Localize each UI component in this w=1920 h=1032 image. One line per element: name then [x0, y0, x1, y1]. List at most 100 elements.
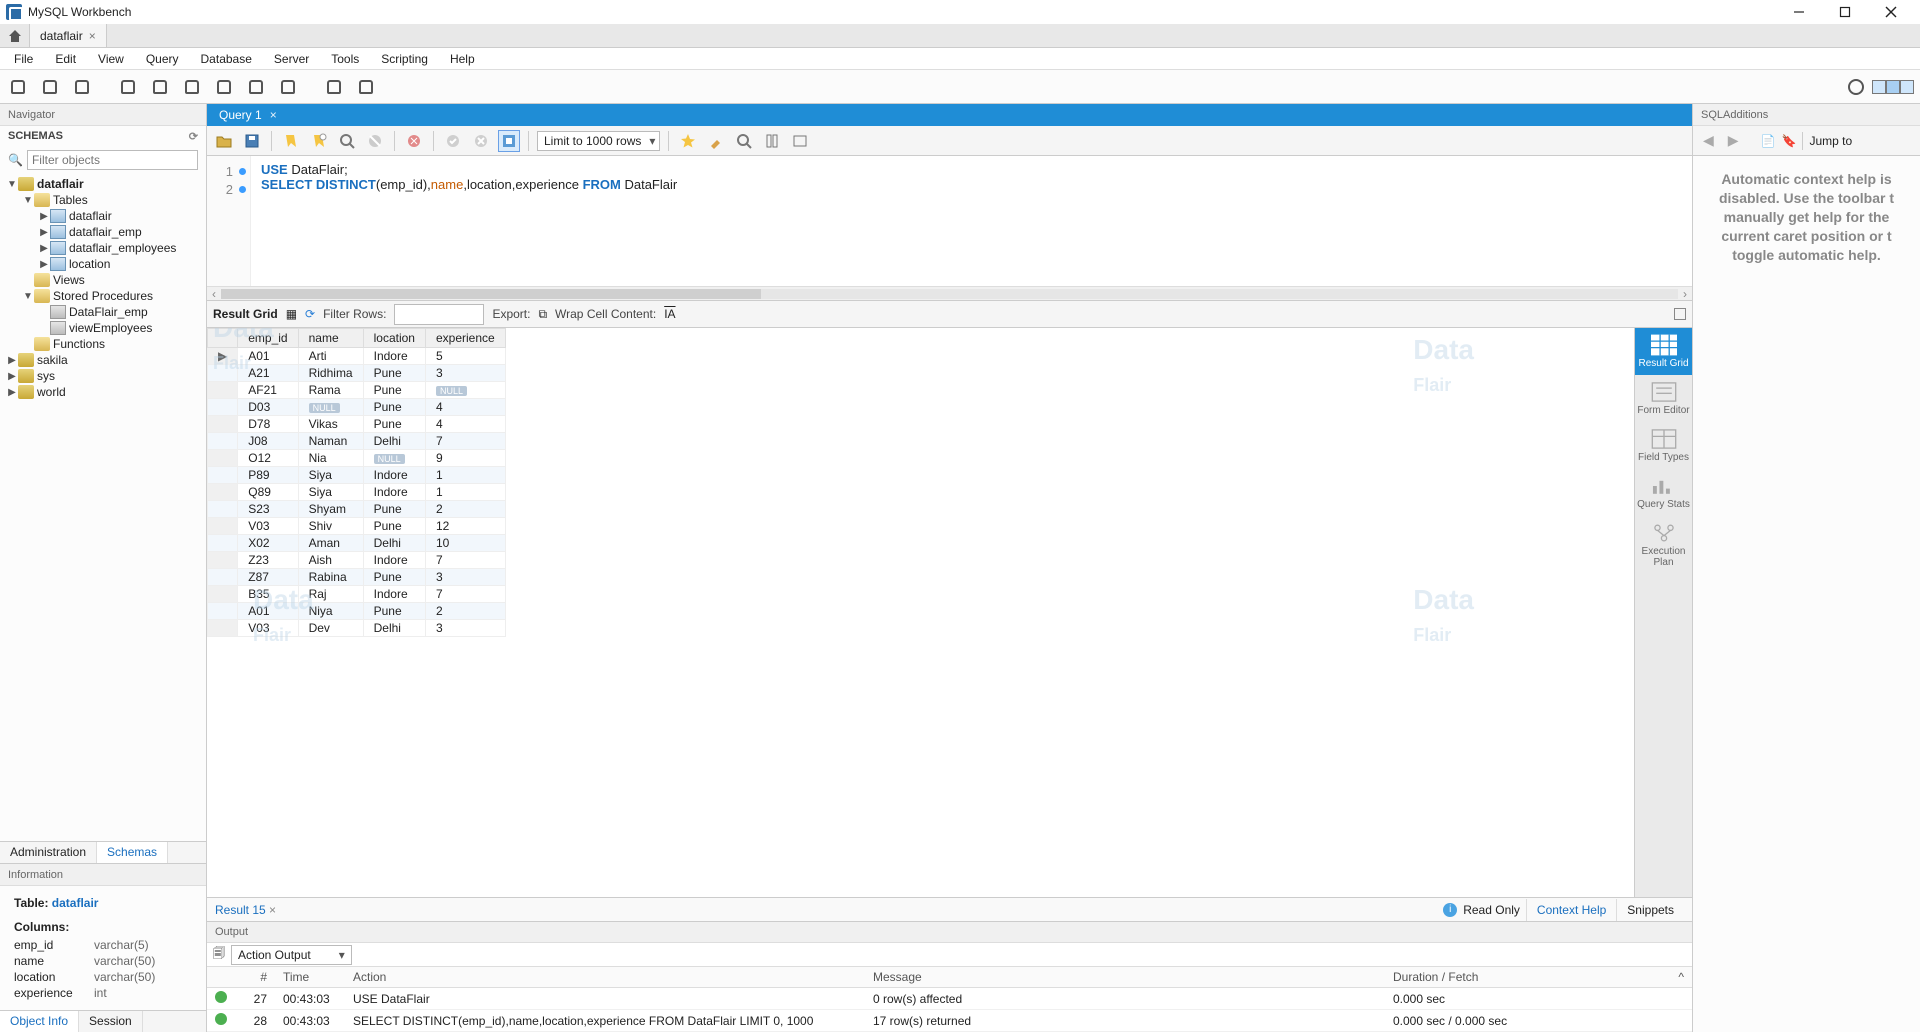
rollback-button[interactable] — [470, 130, 492, 152]
toolbar-button-10[interactable] — [322, 75, 346, 99]
export-icon[interactable]: ⧉ — [538, 307, 547, 322]
autocommit-button[interactable] — [498, 130, 520, 152]
table-dataflair[interactable]: ▶dataflair — [0, 208, 206, 224]
maximize-button[interactable] — [1822, 0, 1868, 24]
close-icon[interactable]: × — [89, 29, 96, 43]
table-row[interactable]: Q89SiyaIndore1 — [208, 484, 506, 501]
table-row[interactable]: B35RajIndore7 — [208, 586, 506, 603]
tool-query-stats[interactable]: Query Stats — [1635, 469, 1693, 516]
settings-button[interactable] — [1844, 75, 1868, 99]
execute-button[interactable] — [280, 130, 302, 152]
close-icon[interactable]: × — [270, 108, 277, 122]
find-button[interactable] — [733, 130, 755, 152]
table-row[interactable]: P89SiyaIndore1 — [208, 467, 506, 484]
table-row[interactable]: D03NULLPune4 — [208, 399, 506, 416]
menu-file[interactable]: File — [4, 50, 43, 68]
schema-tree[interactable]: ▼dataflair▼Tables▶dataflair▶dataflair_em… — [0, 174, 206, 841]
output-log[interactable]: #TimeActionMessageDuration / Fetch^2700:… — [207, 967, 1692, 1032]
filter-rows-input[interactable] — [394, 304, 484, 325]
table-location[interactable]: ▶location — [0, 256, 206, 272]
menu-query[interactable]: Query — [136, 50, 189, 68]
column-header[interactable]: experience — [425, 329, 505, 348]
tab-schemas[interactable]: Schemas — [97, 842, 168, 863]
column-header[interactable]: name — [298, 329, 363, 348]
proc-viewEmployees[interactable]: viewEmployees — [0, 320, 206, 336]
stored-procedures-folder[interactable]: ▼Stored Procedures — [0, 288, 206, 304]
minimize-button[interactable] — [1776, 0, 1822, 24]
auto-help-icon[interactable]: 🔖 — [1782, 134, 1797, 148]
nav-back-icon[interactable]: ◀ — [1699, 132, 1718, 149]
connection-tab[interactable]: dataflair × — [30, 24, 107, 47]
output-type-select[interactable]: Action Output — [231, 945, 352, 965]
result-grid[interactable]: emp_idnamelocationexperience▶A01ArtiIndo… — [207, 328, 1634, 897]
toolbar-button-8[interactable] — [244, 75, 268, 99]
table-row[interactable]: Z87RabinaPune3 — [208, 569, 506, 586]
close-icon[interactable]: × — [269, 903, 276, 917]
output-clear-icon[interactable]: 🗐 — [213, 944, 225, 965]
table-dataflair_employees[interactable]: ▶dataflair_employees — [0, 240, 206, 256]
tool-result-grid[interactable]: Result Grid — [1635, 328, 1693, 375]
clear-button[interactable] — [705, 130, 727, 152]
table-row[interactable]: V03DevDelhi3 — [208, 620, 506, 637]
help-icon[interactable]: 📄 — [1761, 134, 1776, 148]
table-row[interactable]: A01NiyaPune2 — [208, 603, 506, 620]
table-dataflair_emp[interactable]: ▶dataflair_emp — [0, 224, 206, 240]
new-sql-tab-button[interactable] — [6, 75, 30, 99]
refresh-result-icon[interactable]: ⟳ — [305, 307, 315, 321]
menu-view[interactable]: View — [88, 50, 134, 68]
toggle-left-panel-icon[interactable] — [1872, 80, 1886, 94]
tab-context-help[interactable]: Context Help — [1526, 899, 1616, 921]
toggle-bottom-panel-icon[interactable] — [1886, 80, 1900, 94]
column-header[interactable]: location — [363, 329, 425, 348]
tool-execution-plan[interactable]: Execution Plan — [1635, 516, 1693, 574]
stop-button[interactable] — [364, 130, 386, 152]
toggle-invisible-button[interactable] — [403, 130, 425, 152]
toggle-whitespace-button[interactable] — [761, 130, 783, 152]
maximize-result-icon[interactable] — [1674, 308, 1686, 320]
commit-button[interactable] — [442, 130, 464, 152]
open-file-button[interactable] — [213, 130, 235, 152]
query-tab[interactable]: Query 1 × — [207, 104, 289, 126]
table-row[interactable]: Z23AishIndore7 — [208, 552, 506, 569]
table-row[interactable]: S23ShyamPune2 — [208, 501, 506, 518]
limit-rows-select[interactable]: Limit to 1000 rows — [537, 131, 660, 151]
nav-forward-icon[interactable]: ▶ — [1724, 132, 1743, 149]
menu-scripting[interactable]: Scripting — [371, 50, 438, 68]
grid-icon[interactable]: ▦ — [286, 307, 297, 321]
panel-layout-toggle[interactable] — [1872, 80, 1914, 94]
table-row[interactable]: A21RidhimaPune3 — [208, 365, 506, 382]
schema-sakila[interactable]: ▶sakila — [0, 352, 206, 368]
editor-scrollbar[interactable]: ‹› — [207, 286, 1692, 300]
table-row[interactable]: AF21RamaPuneNULL — [208, 382, 506, 399]
menu-tools[interactable]: Tools — [321, 50, 369, 68]
execute-current-button[interactable] — [308, 130, 330, 152]
refresh-icon[interactable]: ⟳ — [189, 130, 198, 143]
tab-object-info[interactable]: Object Info — [0, 1011, 79, 1032]
table-row[interactable]: O12NiaNULL9 — [208, 450, 506, 467]
schema-dataflair[interactable]: ▼dataflair — [0, 176, 206, 192]
log-row[interactable]: 2800:43:03SELECT DISTINCT(emp_id),name,l… — [207, 1010, 1692, 1032]
tab-session[interactable]: Session — [79, 1011, 143, 1032]
tab-snippets[interactable]: Snippets — [1616, 899, 1684, 921]
home-button[interactable] — [0, 24, 30, 47]
schema-world[interactable]: ▶world — [0, 384, 206, 400]
tables-folder[interactable]: ▼Tables — [0, 192, 206, 208]
explain-button[interactable] — [336, 130, 358, 152]
wrap-icon[interactable]: IA — [664, 307, 675, 321]
table-row[interactable]: D78VikasPune4 — [208, 416, 506, 433]
word-wrap-button[interactable] — [789, 130, 811, 152]
tab-administration[interactable]: Administration — [0, 842, 97, 863]
log-row[interactable]: 2700:43:03USE DataFlair0 row(s) affected… — [207, 988, 1692, 1010]
table-row[interactable]: ▶A01ArtiIndore5 — [208, 348, 506, 365]
table-row[interactable]: J08NamanDelhi7 — [208, 433, 506, 450]
filter-objects-input[interactable] — [27, 150, 198, 170]
menu-server[interactable]: Server — [264, 50, 319, 68]
toggle-right-panel-icon[interactable] — [1900, 80, 1914, 94]
menu-help[interactable]: Help — [440, 50, 485, 68]
save-button[interactable] — [241, 130, 263, 152]
beautify-button[interactable] — [677, 130, 699, 152]
jump-to-label[interactable]: Jump to — [1809, 134, 1852, 148]
schema-sys[interactable]: ▶sys — [0, 368, 206, 384]
toolbar-button-9[interactable] — [276, 75, 300, 99]
toolbar-button-7[interactable] — [212, 75, 236, 99]
